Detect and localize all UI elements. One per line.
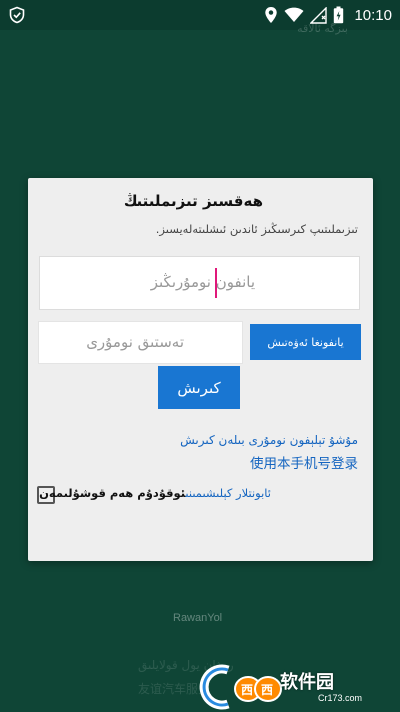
- svg-text:西: 西: [241, 683, 253, 697]
- status-time: 10:10: [354, 6, 392, 24]
- phone-number-placeholder: يانفون نومۇرىڭىز: [150, 273, 255, 291]
- watermark-site-name: 软件园: [280, 672, 334, 693]
- send-code-button[interactable]: يانفونغا ئەۋەتىش: [250, 324, 361, 360]
- watermark: 西 西 软件园 Cr173.com: [198, 664, 398, 710]
- login-dialog: ھەقسىز تىزىملىتىڭ تىزىملىتىپ كىرسىڭىز ئا…: [28, 178, 373, 561]
- svg-text:西: 西: [261, 683, 273, 697]
- verification-code-input[interactable]: تەستىق نومۇرى: [38, 321, 243, 364]
- location-icon: [265, 7, 278, 23]
- verification-code-placeholder: تەستىق نومۇرى: [86, 333, 184, 351]
- background-faint-text: بىزگە ئالاقە: [297, 22, 348, 35]
- phone-login-link[interactable]: مۇشۇ تېلېفون نومۇرى بىلەن كىرىش: [180, 433, 358, 447]
- user-agreement-link[interactable]: ئابونتلار كېلىشىمىنى: [185, 486, 271, 500]
- agreement-text: ئابونتلار كېلىشىمىنىئوقۇدۇم ھەم قوشۇلىمە…: [39, 486, 271, 500]
- agreement-consent-label: ئوقۇدۇم ھەم قوشۇلىمەن: [39, 486, 186, 500]
- watermark-url: Cr173.com: [318, 693, 363, 703]
- login-button[interactable]: كىرىش: [158, 366, 240, 409]
- signal-icon: [310, 6, 328, 24]
- phone-number-input[interactable]: يانفون نومۇرىڭىز: [39, 256, 360, 310]
- dialog-title: ھەقسىز تىزىملىتىڭ: [123, 192, 263, 210]
- phone-login-link-chinese[interactable]: 使用本手机号登录: [250, 452, 358, 472]
- wifi-icon: [284, 7, 304, 22]
- brand-name: RawanYol: [173, 612, 223, 624]
- shield-icon: [9, 6, 25, 24]
- text-cursor: [215, 268, 217, 298]
- dialog-subtitle: تىزىملىتىپ كىرسىڭىز ئاندىن ئىشلىتەلەيسىز…: [155, 222, 358, 236]
